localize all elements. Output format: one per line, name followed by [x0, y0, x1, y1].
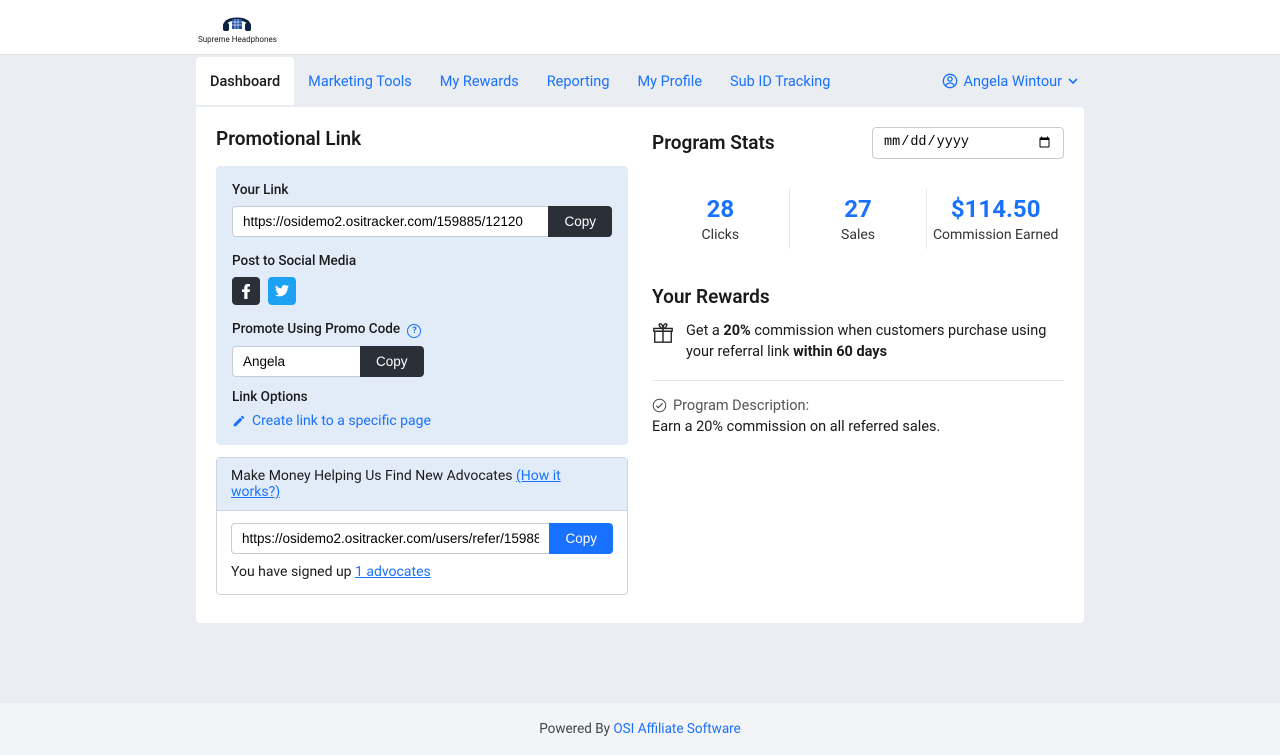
chevron-down-icon [1068, 76, 1078, 86]
advocates-header: Make Money Helping Us Find New Advocates… [217, 458, 627, 511]
link-options-label: Link Options [232, 389, 612, 405]
user-icon [942, 73, 958, 89]
user-menu[interactable]: Angela Wintour [936, 65, 1084, 98]
headphones-icon [221, 11, 253, 33]
stat-commission: $114.50 Commission Earned [926, 189, 1064, 249]
tab-my-rewards[interactable]: My Rewards [426, 57, 533, 105]
copy-advocate-button[interactable]: Copy [549, 523, 613, 554]
advocate-link-input[interactable] [231, 523, 549, 554]
program-stats-heading: Program Stats [652, 131, 775, 154]
main-content: Promotional Link Your Link Copy Post to … [196, 107, 1084, 623]
stats-date-input[interactable] [872, 127, 1064, 159]
promo-code-label: Promote Using Promo Code ? [232, 321, 612, 338]
advocates-box: Make Money Helping Us Find New Advocates… [216, 457, 628, 595]
footer: Powered By OSI Affiliate Software [0, 703, 1280, 755]
twitter-icon [275, 285, 289, 297]
stat-clicks: 28 Clicks [652, 189, 789, 249]
tab-my-profile[interactable]: My Profile [623, 57, 716, 105]
advocates-signed-up: You have signed up 1 advocates [231, 564, 613, 580]
edit-icon [232, 414, 246, 428]
advocates-count-link[interactable]: 1 advocates [355, 564, 431, 580]
facebook-share-button[interactable] [232, 277, 260, 305]
brand-logo: Supreme Headphones [198, 11, 277, 44]
stats-grid: 28 Clicks 27 Sales $114.50 Commission Ea… [652, 189, 1064, 249]
tab-marketing-tools[interactable]: Marketing Tools [294, 57, 426, 105]
referral-link-input[interactable] [232, 206, 548, 237]
promo-code-input[interactable] [232, 346, 360, 377]
rewards-section: Your Rewards Get a 20% commission when c… [652, 285, 1064, 435]
facebook-icon [241, 283, 251, 299]
promotional-link-heading: Promotional Link [216, 127, 628, 150]
tab-sub-id-tracking[interactable]: Sub ID Tracking [716, 57, 844, 105]
footer-link[interactable]: OSI Affiliate Software [613, 721, 740, 737]
twitter-share-button[interactable] [268, 277, 296, 305]
help-icon[interactable]: ? [407, 324, 421, 338]
program-description: Program Description: Earn a 20% commissi… [652, 397, 1064, 435]
copy-link-button[interactable]: Copy [548, 206, 612, 237]
gift-icon [652, 322, 674, 362]
post-social-label: Post to Social Media [232, 253, 612, 269]
tab-dashboard[interactable]: Dashboard [196, 57, 294, 105]
tab-reporting[interactable]: Reporting [533, 57, 624, 105]
rewards-heading: Your Rewards [652, 285, 1064, 308]
stat-sales: 27 Sales [789, 189, 927, 249]
check-circle-icon [652, 398, 667, 413]
create-specific-link[interactable]: Create link to a specific page [232, 413, 612, 429]
top-header: Supreme Headphones [0, 0, 1280, 55]
brand-name: Supreme Headphones [198, 35, 277, 44]
user-name: Angela Wintour [964, 73, 1062, 90]
promo-box: Your Link Copy Post to Social Media Prom… [216, 166, 628, 445]
your-link-label: Your Link [232, 182, 612, 198]
copy-promo-button[interactable]: Copy [360, 346, 424, 377]
nav-tabs: Dashboard Marketing Tools My Rewards Rep… [196, 55, 1084, 107]
reward-text: Get a 20% commission when customers purc… [686, 320, 1064, 362]
